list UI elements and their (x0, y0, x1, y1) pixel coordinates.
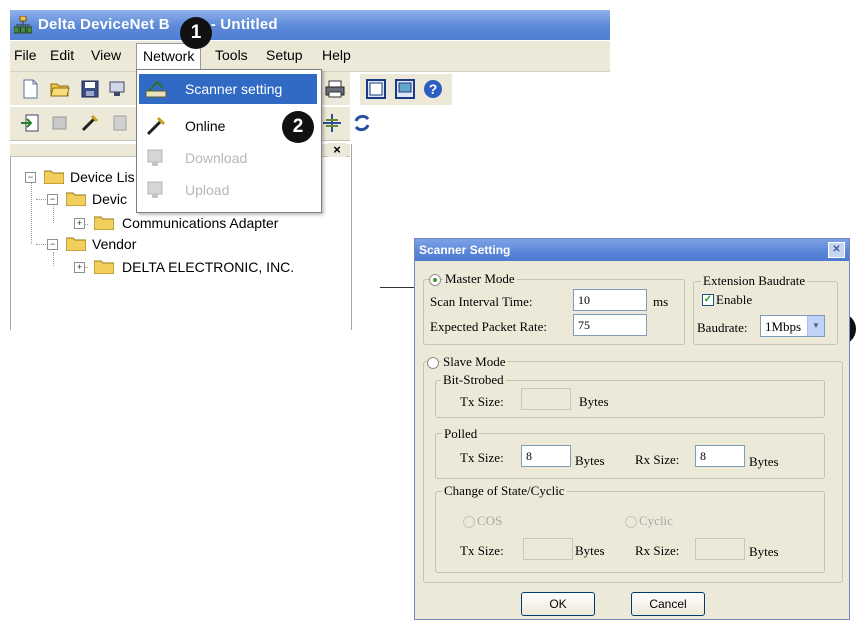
upload-icon (147, 181, 163, 198)
tree-collapse-root[interactable]: − (25, 172, 36, 183)
cos-tx-label: Tx Size: (460, 543, 504, 558)
cos-label: COS (477, 513, 503, 528)
svg-text:?: ? (429, 81, 438, 97)
slave-mode-radio[interactable] (427, 357, 439, 369)
polled-tx-input[interactable]: 8 (521, 445, 571, 467)
enable-checkbox[interactable]: ✓ (702, 294, 714, 306)
scan-interval-input[interactable]: 10 (573, 289, 647, 311)
tree-node-vendor[interactable]: Vendor (92, 236, 136, 252)
dialog-title: Scanner Setting (419, 243, 511, 257)
tree-node-communications-adapter[interactable]: Communications Adapter (122, 215, 278, 231)
tree-collapse-vendor[interactable]: − (47, 239, 58, 250)
slave-mode-label: Slave Mode (441, 354, 508, 370)
menu-setup[interactable]: Setup (266, 47, 303, 63)
cos-radio[interactable] (463, 516, 475, 528)
connect-icon[interactable] (80, 113, 100, 133)
packet-rate-input[interactable]: 75 (573, 314, 647, 336)
print-icon[interactable] (325, 79, 345, 99)
open-folder-icon[interactable] (50, 79, 70, 99)
import-icon[interactable] (20, 113, 40, 133)
main-window-titlebar[interactable]: Delta DeviceNet Ber - Untitled (10, 10, 610, 40)
enable-label: Enable (716, 292, 753, 307)
scan-interval-unit: ms (653, 294, 669, 309)
scan-interval-label: Scan Interval Time: (430, 294, 533, 309)
cos-cyclic-group (435, 491, 825, 573)
cos-tx-input[interactable] (523, 538, 573, 560)
dialog-close-icon[interactable]: ✕ (828, 242, 845, 258)
cos-tx-bytes: Bytes (575, 543, 605, 558)
cos-rx-input[interactable] (695, 538, 745, 560)
disabled-tool-icon[interactable] (110, 113, 130, 133)
refresh-icon[interactable] (352, 113, 372, 133)
polled-rx-bytes: Bytes (749, 454, 779, 469)
master-mode-label: Master Mode (443, 271, 517, 287)
bit-strobed-tx-label: Tx Size: (460, 394, 504, 409)
cos-rx-label: Rx Size: (635, 543, 680, 558)
pane-close-icon[interactable]: × (328, 143, 346, 157)
folder-icon (66, 237, 86, 251)
packet-rate-label: Expected Packet Rate: (430, 319, 547, 334)
download-icon (147, 149, 163, 166)
scanner-setting-icon (145, 80, 167, 98)
menu-edit[interactable]: Edit (50, 47, 74, 63)
polled-label: Polled (442, 426, 480, 442)
export-icon[interactable] (50, 113, 70, 133)
tree-expand-delta[interactable]: + (74, 262, 85, 273)
new-file-icon[interactable] (20, 79, 40, 99)
baudrate-select[interactable]: 1Mbps ▼ (760, 315, 825, 337)
menu-tools[interactable]: Tools (215, 47, 248, 63)
polled-tx-label: Tx Size: (460, 450, 504, 465)
menu-view[interactable]: View (91, 47, 121, 63)
tree-node-delta-electronic[interactable]: DELTA ELECTRONIC, INC. (122, 259, 294, 275)
connector-line (380, 287, 414, 288)
cyclic-radio[interactable] (625, 516, 637, 528)
callout-1: 1 (180, 17, 212, 49)
tree-collapse-devices[interactable]: − (47, 194, 58, 205)
cyclic-label: Cyclic (639, 513, 673, 528)
bit-strobed-tx-input[interactable] (521, 388, 571, 410)
help-icon[interactable]: ? (423, 79, 443, 99)
polled-rx-input[interactable]: 8 (695, 445, 745, 467)
menu-item-upload[interactable]: Upload (139, 175, 317, 205)
window-title: Delta DeviceNet Ber - Untitled (38, 16, 278, 33)
dialog-titlebar[interactable]: Scanner Setting ✕ (415, 239, 849, 261)
folder-icon (66, 192, 86, 206)
extension-baudrate-label: Extension Baudrate (701, 273, 808, 289)
cancel-button[interactable]: Cancel (631, 592, 705, 616)
toolbar-right: ? (360, 74, 452, 105)
menu-item-download[interactable]: Download (139, 143, 317, 173)
bit-strobed-bytes: Bytes (579, 394, 609, 409)
menu-item-scanner-setting[interactable]: Scanner setting (139, 74, 317, 104)
folder-icon (44, 170, 64, 184)
tree-node-device-list[interactable]: Device Lis (70, 169, 135, 185)
menu-help[interactable]: Help (322, 47, 351, 63)
ok-button[interactable]: OK (521, 592, 595, 616)
polled-rx-label: Rx Size: (635, 452, 680, 467)
callout-2: 2 (282, 111, 314, 143)
cos-rx-bytes: Bytes (749, 544, 779, 559)
app-network-icon (14, 16, 32, 34)
polled-tx-bytes: Bytes (575, 453, 605, 468)
chevron-down-icon[interactable]: ▼ (807, 316, 824, 336)
device-icon[interactable] (108, 79, 128, 99)
menu-bar: File Edit View Network Tools Setup Help (10, 41, 610, 72)
network-scan-icon[interactable] (322, 113, 342, 133)
baudrate-label: Baudrate: (697, 320, 748, 335)
folder-icon (94, 260, 114, 274)
save-icon[interactable] (80, 79, 100, 99)
monitor-icon[interactable] (395, 79, 415, 99)
bit-strobed-label: Bit-Strobed (441, 372, 506, 388)
online-icon (146, 116, 166, 136)
window-icon[interactable] (366, 79, 386, 99)
folder-icon (94, 216, 114, 230)
tree-node-devices[interactable]: Devic (92, 191, 127, 207)
menu-file[interactable]: File (14, 47, 37, 63)
tree-expand-adapter[interactable]: + (74, 218, 85, 229)
master-mode-radio[interactable] (429, 274, 441, 286)
scanner-setting-dialog: Scanner Setting ✕ Master Mode Scan Inter… (414, 238, 850, 620)
cos-cyclic-label: Change of State/Cyclic (442, 483, 567, 499)
